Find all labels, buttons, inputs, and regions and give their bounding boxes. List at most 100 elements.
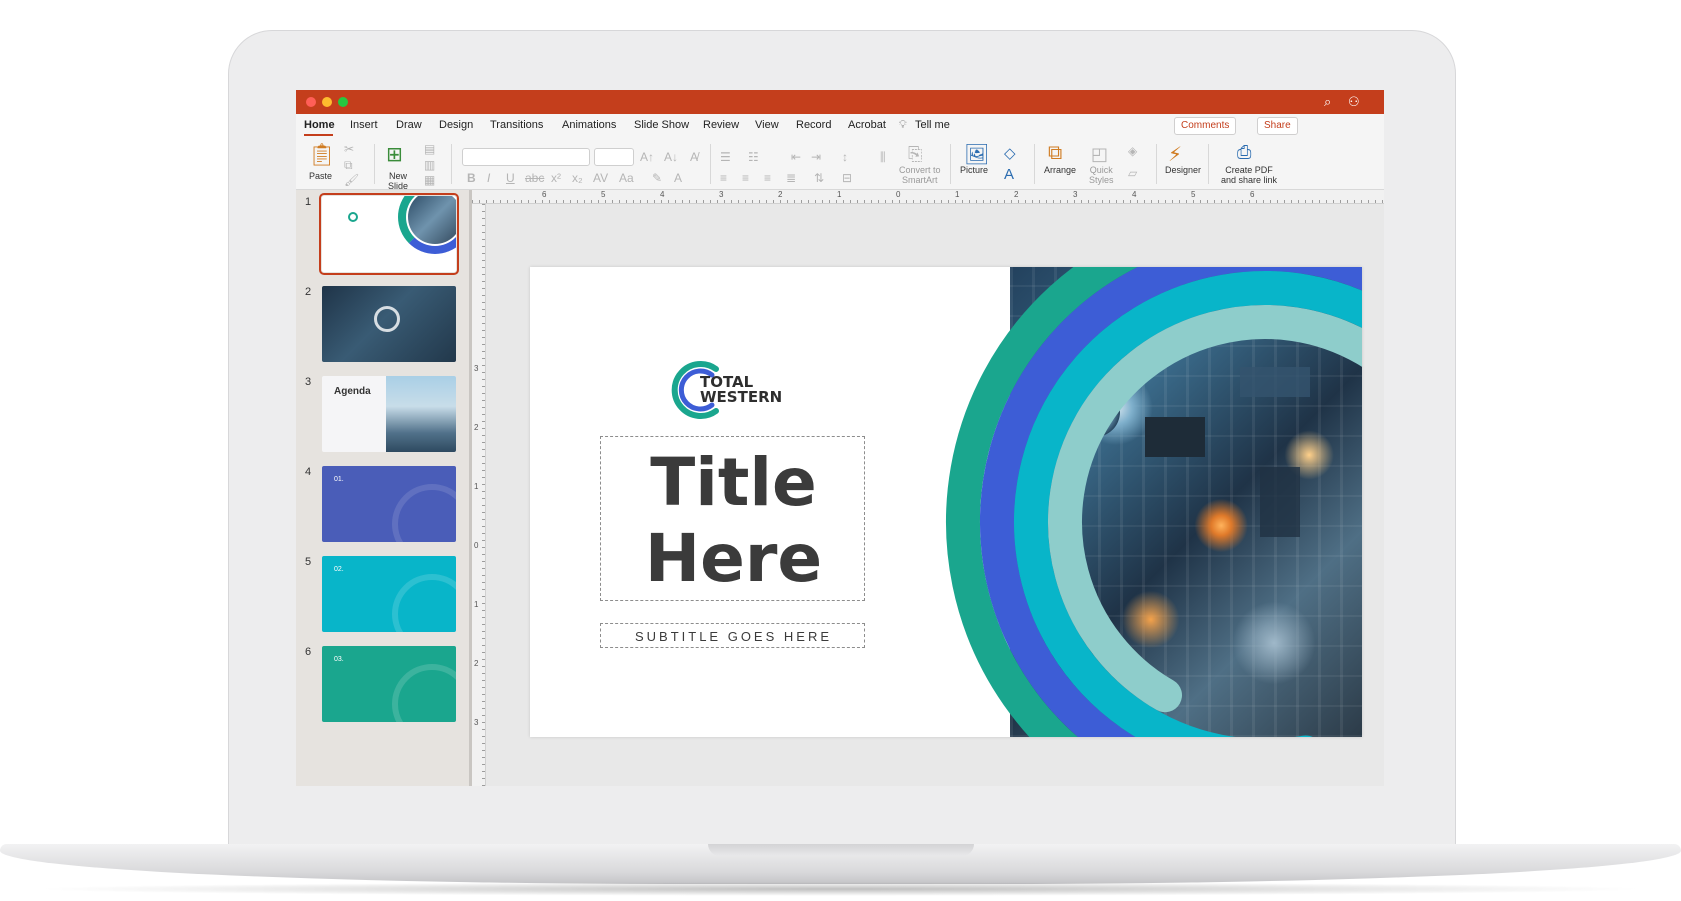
subscript-icon[interactable]: x₂ — [572, 171, 583, 185]
columns-icon[interactable]: ⫼ — [880, 150, 886, 165]
new-slide-label: New Slide — [388, 171, 409, 191]
strikethrough-icon[interactable]: abc — [525, 171, 544, 185]
close-window-button[interactable] — [306, 97, 316, 107]
arrange-icon[interactable]: ⧉ — [1048, 142, 1062, 165]
superscript-icon[interactable]: x² — [551, 171, 561, 185]
paste-icon[interactable]: 📋︎ — [308, 142, 336, 168]
decrease-indent-icon[interactable]: ⇤ — [791, 150, 801, 164]
thumb-agenda-label: Agenda — [334, 386, 371, 397]
slide-thumbnail-6[interactable]: 03. — [322, 646, 456, 722]
picture-icon[interactable]: 🖼︎ — [964, 142, 989, 167]
title-line-1: Title — [650, 444, 817, 521]
numbering-icon[interactable]: ☷ — [748, 150, 759, 164]
thumb-number: 2 — [305, 286, 312, 298]
designer-icon[interactable]: ⚡ — [1168, 142, 1182, 167]
tab-insert[interactable]: Insert — [350, 119, 378, 131]
tab-review[interactable]: Review — [703, 119, 739, 131]
ruler-number: 6 — [542, 190, 547, 199]
comments-label: Comments — [1181, 120, 1230, 131]
ribbon-tabs: Home Insert Draw Design Transitions Anim… — [296, 114, 1384, 138]
format-painter-icon[interactable]: 🖌︎ — [344, 173, 359, 187]
quick-styles-icon[interactable]: ◰ — [1091, 144, 1108, 165]
cut-icon[interactable]: ✂ — [344, 142, 354, 156]
new-slide-icon[interactable]: ⊞ — [386, 142, 403, 167]
search-icon[interactable]: ⌕ — [1324, 94, 1331, 110]
account-icon[interactable]: ⚇ — [1348, 94, 1360, 110]
align-right-icon[interactable]: ≡ — [764, 171, 771, 185]
thumb-section-label: 02. — [334, 566, 344, 573]
shape-outline-icon[interactable]: ▱ — [1128, 166, 1137, 180]
subtitle-placeholder[interactable]: SUBTITLE GOES HERE — [600, 623, 865, 648]
bold-icon[interactable]: B — [467, 171, 476, 185]
smartart-icon[interactable]: ⎘ — [908, 144, 922, 165]
slide-thumbnails-panel[interactable]: 1 2 3 Agenda 4 01. 5 02. 6 03. — [296, 190, 469, 786]
increase-indent-icon[interactable]: ⇥ — [811, 150, 821, 164]
main-slide[interactable]: TOTAL WESTERN Title Here SUBTITLE GOES H… — [530, 267, 1362, 737]
slide-thumbnail-1[interactable] — [319, 193, 459, 275]
text-direction-icon[interactable]: ⇅ — [814, 171, 824, 185]
copy-icon[interactable]: ⧉ — [344, 158, 353, 173]
tab-acrobat[interactable]: Acrobat — [848, 119, 886, 131]
title-placeholder[interactable]: Title Here — [600, 436, 865, 601]
minimize-window-button[interactable] — [322, 97, 332, 107]
create-pdf-label: Create PDF and share link — [1221, 165, 1278, 185]
divider — [950, 144, 951, 184]
bullets-icon[interactable]: ☰ — [720, 150, 731, 164]
create-pdf-icon[interactable]: ⎙ — [1237, 142, 1251, 163]
font-color-icon[interactable]: A — [674, 171, 682, 185]
slide-thumbnail-3[interactable]: Agenda — [322, 376, 456, 452]
highlight-icon[interactable]: ✎ — [652, 171, 662, 185]
justify-icon[interactable]: ≣ — [786, 171, 796, 185]
slide-thumbnail-2[interactable] — [322, 286, 456, 362]
section-icon[interactable]: ▦ — [424, 173, 435, 187]
divider — [451, 144, 452, 184]
thumb-section-label: 03. — [334, 656, 344, 663]
slide-title: Title Here — [601, 445, 866, 597]
clear-format-icon[interactable]: A̸ — [690, 150, 698, 164]
font-name-dropdown[interactable] — [462, 148, 590, 166]
tell-me-search[interactable]: Tell me — [915, 119, 950, 131]
tab-design[interactable]: Design — [439, 119, 473, 131]
font-size-dropdown[interactable] — [594, 148, 634, 166]
shrink-font-icon[interactable]: A↓ — [664, 150, 678, 164]
reset-icon[interactable]: ▥ — [424, 158, 435, 172]
align-left-icon[interactable]: ≡ — [720, 171, 727, 185]
ribbon-toolbar: 📋︎ Paste ✂ ⧉ 🖌︎ ⊞ New Slide ▤ ▥ ▦ A↑ A↓ … — [296, 138, 1384, 191]
tab-record[interactable]: Record — [796, 119, 831, 131]
ruler-number: 6 — [1250, 190, 1255, 199]
ruler-number: 2 — [474, 423, 479, 432]
divider — [1034, 144, 1035, 184]
align-center-icon[interactable]: ≡ — [742, 171, 749, 185]
comments-button[interactable]: Comments — [1174, 117, 1237, 135]
designer-label: Designer — [1165, 165, 1202, 175]
shape-fill-icon[interactable]: ◈ — [1128, 144, 1137, 158]
change-case-icon[interactable]: Aa — [619, 171, 634, 185]
layout-icon[interactable]: ▤ — [424, 142, 435, 156]
zoom-window-button[interactable] — [338, 97, 348, 107]
slide-thumbnail-4[interactable]: 01. — [322, 466, 456, 542]
italic-icon[interactable]: I — [487, 171, 490, 185]
tab-transitions[interactable]: Transitions — [490, 119, 543, 131]
tab-slide-show[interactable]: Slide Show — [634, 119, 689, 131]
divider — [710, 144, 711, 184]
picture-label: Picture — [960, 165, 989, 175]
align-text-icon[interactable]: ⊟ — [842, 171, 852, 185]
textbox-icon[interactable]: A — [1004, 166, 1014, 183]
arrange-label: Arrange — [1044, 165, 1077, 175]
tab-draw[interactable]: Draw — [396, 119, 422, 131]
share-button[interactable]: Share — [1257, 117, 1298, 135]
ruler-number: 4 — [660, 190, 665, 199]
slide-thumbnail-5[interactable]: 02. — [322, 556, 456, 632]
tab-animations[interactable]: Animations — [562, 119, 616, 131]
char-spacing-icon[interactable]: AV — [593, 171, 608, 185]
underline-icon[interactable]: U — [506, 171, 515, 185]
tab-view[interactable]: View — [755, 119, 779, 131]
grow-font-icon[interactable]: A↑ — [640, 150, 654, 164]
ruler-number: 1 — [955, 190, 960, 199]
ruler-number: 5 — [1191, 190, 1196, 199]
tab-home[interactable]: Home — [304, 119, 335, 131]
divider — [1208, 144, 1209, 184]
shapes-icon[interactable]: ◇ — [1004, 144, 1016, 162]
ruler-number: 5 — [601, 190, 606, 199]
line-spacing-icon[interactable]: ↕ — [842, 150, 848, 164]
